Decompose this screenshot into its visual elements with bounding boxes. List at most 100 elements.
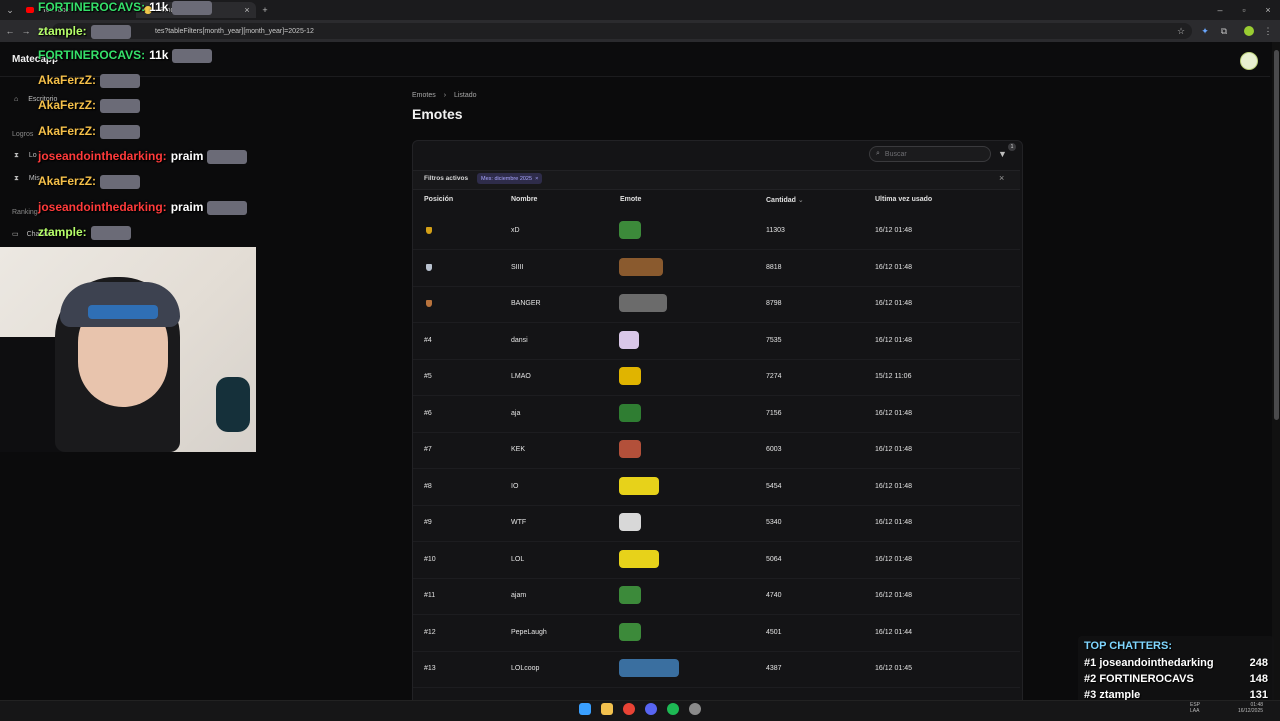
table-row[interactable]: [413, 578, 1020, 615]
sidebar-item-logros[interactable]: ⧗ Lo: [14, 152, 37, 160]
cell-count: 5340: [766, 519, 782, 526]
column-header-label: Cantidad: [766, 197, 796, 204]
column-header-count[interactable]: Cantidad ⌄: [766, 196, 804, 204]
chat-message: AkaFerzZ:: [38, 174, 141, 189]
lang-bottom: LAA: [1190, 708, 1200, 714]
emote-image: [619, 367, 641, 385]
address-bar[interactable]: tes?tableFilters[month_year][month_year]…: [52, 23, 1192, 39]
cell-last-used: 16/12 01:48: [875, 336, 912, 344]
close-tab-icon[interactable]: ×: [241, 4, 253, 16]
tab-list-icon[interactable]: ⌄: [4, 4, 16, 16]
minimize-icon[interactable]: –: [1214, 4, 1226, 16]
filter-chip-month[interactable]: Mes: diciembre 2025 ×: [477, 173, 543, 184]
sidebar-caption-logros: Logros: [12, 131, 34, 138]
cell-last-used: 16/12 01:48: [875, 300, 912, 307]
emote-image: [619, 294, 667, 312]
column-header-position[interactable]: Posición: [424, 196, 453, 203]
cell-last-used: 16/12 01:48: [875, 446, 912, 453]
cell-name: SIIII: [511, 263, 524, 271]
cell-position: #6: [424, 409, 432, 417]
cell-count: 7535: [766, 336, 782, 344]
extensions-puzzle-icon[interactable]: ⧉: [1218, 25, 1230, 37]
emote-image: [619, 403, 641, 422]
emote-image: [619, 257, 663, 276]
chat-emote: [172, 48, 213, 63]
chat-username: joseandointhedarking:: [38, 149, 167, 163]
menu-dots-icon[interactable]: ⋮: [1262, 25, 1274, 37]
table-row[interactable]: [413, 359, 1020, 396]
cell-name: BANGER: [511, 300, 541, 307]
chat-emote: [100, 174, 141, 189]
cell-count: 7274: [766, 373, 782, 380]
chrome-icon[interactable]: [623, 703, 635, 715]
cell-name: ajam: [511, 592, 527, 599]
chat-emote: [100, 73, 141, 88]
cell-count: 5454: [766, 482, 782, 490]
cell-position: #11: [424, 592, 436, 599]
emote-image: [619, 622, 641, 641]
cell-count: 4387: [766, 665, 782, 672]
sort-chevron-down-icon: ⌄: [797, 197, 804, 204]
top-chatter-rank: #2: [1084, 673, 1097, 685]
cell-name: PepeLaugh: [511, 628, 547, 636]
new-tab-icon[interactable]: +: [259, 4, 271, 16]
spotify-icon[interactable]: [667, 703, 679, 715]
table-row[interactable]: [413, 505, 1020, 542]
windows-start-icon[interactable]: [579, 703, 591, 715]
table-row[interactable]: [413, 213, 1020, 250]
table-row[interactable]: [413, 615, 1020, 652]
chat-message: FORTINEROCAVS: 11k: [38, 48, 213, 63]
bookmark-star-icon[interactable]: ☆: [1175, 25, 1187, 37]
chat-emote: [172, 0, 213, 15]
remove-filter-icon[interactable]: ×: [535, 176, 538, 182]
filter-icon[interactable]: ▼: [998, 149, 1007, 159]
chat-text: praim: [170, 149, 204, 163]
chat-message: joseandointhedarking: praim: [38, 200, 248, 215]
clear-filters-icon[interactable]: ×: [999, 173, 1004, 183]
column-header-emote: Emote: [620, 196, 642, 203]
cell-last-used: 16/12 01:48: [875, 263, 912, 271]
obs-icon[interactable]: [689, 703, 701, 715]
cell-position: #10: [424, 555, 436, 563]
cell-name: xD: [511, 227, 520, 234]
extension-icon[interactable]: ✦: [1199, 25, 1211, 37]
clock[interactable]: 01:48 16/12/2025: [1238, 702, 1263, 714]
youtube-icon: [26, 7, 34, 13]
table-row[interactable]: [413, 286, 1020, 323]
cell-last-used: 16/12 01:48: [875, 555, 912, 563]
cell-position: #8: [424, 482, 432, 490]
discord-icon[interactable]: [645, 703, 657, 715]
chat-username: AkaFerzZ:: [38, 73, 97, 87]
back-icon[interactable]: ←: [4, 25, 16, 37]
search-icon: ⌕: [876, 150, 880, 157]
forward-icon[interactable]: →: [20, 25, 32, 37]
maximize-icon[interactable]: ▫: [1238, 4, 1250, 16]
profile-avatar[interactable]: [1244, 26, 1254, 36]
taskbar: [0, 700, 1280, 721]
column-header-name[interactable]: Nombre: [511, 196, 537, 203]
table-row[interactable]: [413, 432, 1020, 469]
table-row[interactable]: [413, 323, 1020, 360]
cell-position: #13: [424, 665, 436, 672]
table-row[interactable]: [413, 542, 1020, 579]
chat-emote: [207, 200, 248, 215]
language-indicator[interactable]: ESP LAA: [1190, 702, 1200, 714]
url-text: tes?tableFilters[month_year][month_year]…: [155, 27, 314, 35]
medal-icon: [426, 227, 432, 234]
user-avatar[interactable]: [1240, 52, 1258, 70]
table-row[interactable]: [413, 396, 1020, 433]
scrollbar-thumb[interactable]: [1274, 50, 1279, 420]
table-row[interactable]: [413, 469, 1020, 506]
chat-message: AkaFerzZ:: [38, 124, 141, 139]
table-row[interactable]: [413, 651, 1020, 688]
search-input[interactable]: ⌕ Buscar: [869, 146, 991, 162]
file-explorer-icon[interactable]: [601, 703, 613, 715]
sidebar-item-mis[interactable]: ⧗ Mis: [14, 175, 40, 183]
column-header-last-used[interactable]: Ultima vez usado: [875, 196, 932, 203]
cell-name: IO: [511, 482, 519, 490]
breadcrumb-emotes[interactable]: Emotes: [412, 92, 436, 99]
table-row[interactable]: [413, 250, 1020, 287]
cell-last-used: 16/12 01:48: [875, 482, 912, 490]
cell-name: LOLcoop: [511, 665, 540, 672]
close-window-icon[interactable]: ×: [1262, 4, 1274, 16]
